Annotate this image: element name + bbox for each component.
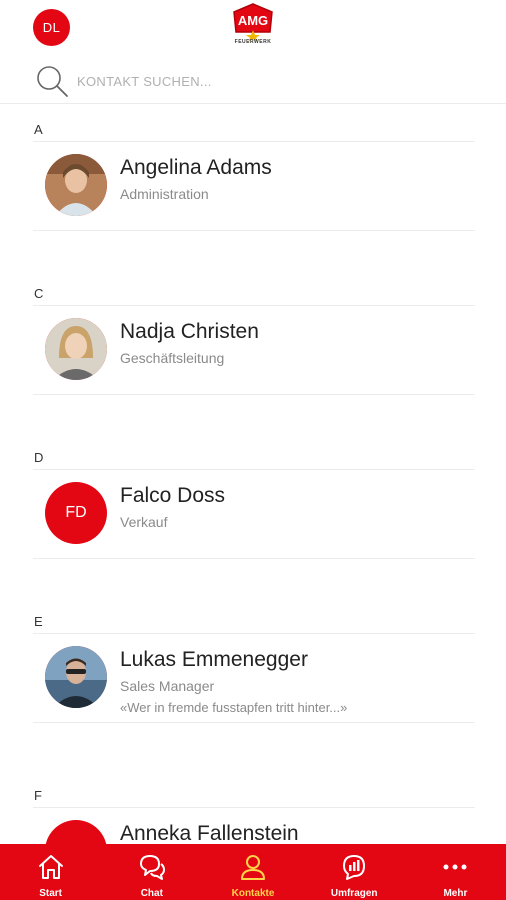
section-letter: E — [34, 614, 43, 629]
nav-item-umfragen[interactable]: Umfragen — [304, 844, 405, 900]
company-logo: AMG FEUERWERK — [228, 2, 278, 48]
chat-icon — [139, 855, 165, 880]
contact-item[interactable]: Angelina Adams Administration — [33, 142, 475, 230]
app-header: DL AMG FEUERWERK — [0, 0, 506, 52]
nav-label: Mehr — [443, 888, 468, 899]
section-letter: C — [34, 286, 44, 301]
section-letter: F — [34, 788, 42, 803]
contacts-icon — [241, 855, 265, 880]
nav-item-mehr[interactable]: Mehr — [405, 844, 506, 900]
more-icon — [443, 864, 467, 870]
section-letter: A — [34, 122, 43, 137]
contact-avatar-initials: FD — [45, 482, 107, 544]
contact-role: Sales Manager — [120, 678, 215, 694]
contact-name: Nadja Christen — [120, 320, 259, 343]
contact-role: Geschäftsleitung — [120, 350, 225, 366]
contact-avatar-initials — [45, 820, 107, 844]
logo-subtitle: FEUERWERK — [234, 39, 272, 45]
nav-label: Kontakte — [231, 888, 275, 899]
contact-list[interactable]: A Angelina Adams Administration C Nadja … — [0, 104, 506, 844]
contact-avatar-photo — [45, 154, 107, 216]
nav-item-kontakte[interactable]: Kontakte — [202, 844, 303, 900]
user-avatar[interactable]: DL — [33, 9, 70, 46]
section-letter: D — [34, 450, 44, 465]
divider — [33, 722, 475, 723]
divider — [33, 558, 475, 559]
search-icon[interactable] — [34, 63, 70, 99]
contact-role: Verkauf — [120, 514, 168, 530]
nav-label: Umfragen — [330, 888, 378, 899]
contact-name: Anneka Fallenstein — [120, 822, 299, 844]
svg-text:AMG: AMG — [238, 13, 268, 28]
contact-item[interactable]: FD Falco Doss Verkauf — [33, 470, 475, 558]
contact-item[interactable]: Nadja Christen Geschäftsleitung — [33, 306, 475, 394]
contact-search-bar — [0, 58, 506, 104]
home-icon — [38, 855, 63, 879]
contact-item[interactable]: Anneka Fallenstein — [33, 808, 475, 844]
contact-role: Administration — [120, 186, 209, 202]
bottom-navigation: Start Chat Kontakte Umfragen Mehr — [0, 844, 506, 900]
nav-item-start[interactable]: Start — [0, 844, 101, 900]
divider — [33, 230, 475, 231]
contact-status-message: «Wer in fremde fusstapfen tritt hinter..… — [120, 700, 348, 715]
contact-name: Lukas Emmenegger — [120, 648, 308, 671]
logo-icon: AMG — [233, 3, 273, 42]
divider — [33, 394, 475, 395]
contact-name: Angelina Adams — [120, 156, 272, 179]
survey-icon — [343, 855, 366, 880]
nav-label: Start — [39, 888, 62, 899]
search-input[interactable] — [77, 68, 457, 94]
contact-avatar-photo — [45, 318, 107, 380]
contact-name: Falco Doss — [120, 484, 226, 507]
nav-label: Chat — [140, 888, 163, 899]
contact-item[interactable]: Lukas Emmenegger Sales Manager «Wer in f… — [33, 634, 475, 722]
contact-avatar-photo — [45, 646, 107, 708]
nav-item-chat[interactable]: Chat — [101, 844, 202, 900]
